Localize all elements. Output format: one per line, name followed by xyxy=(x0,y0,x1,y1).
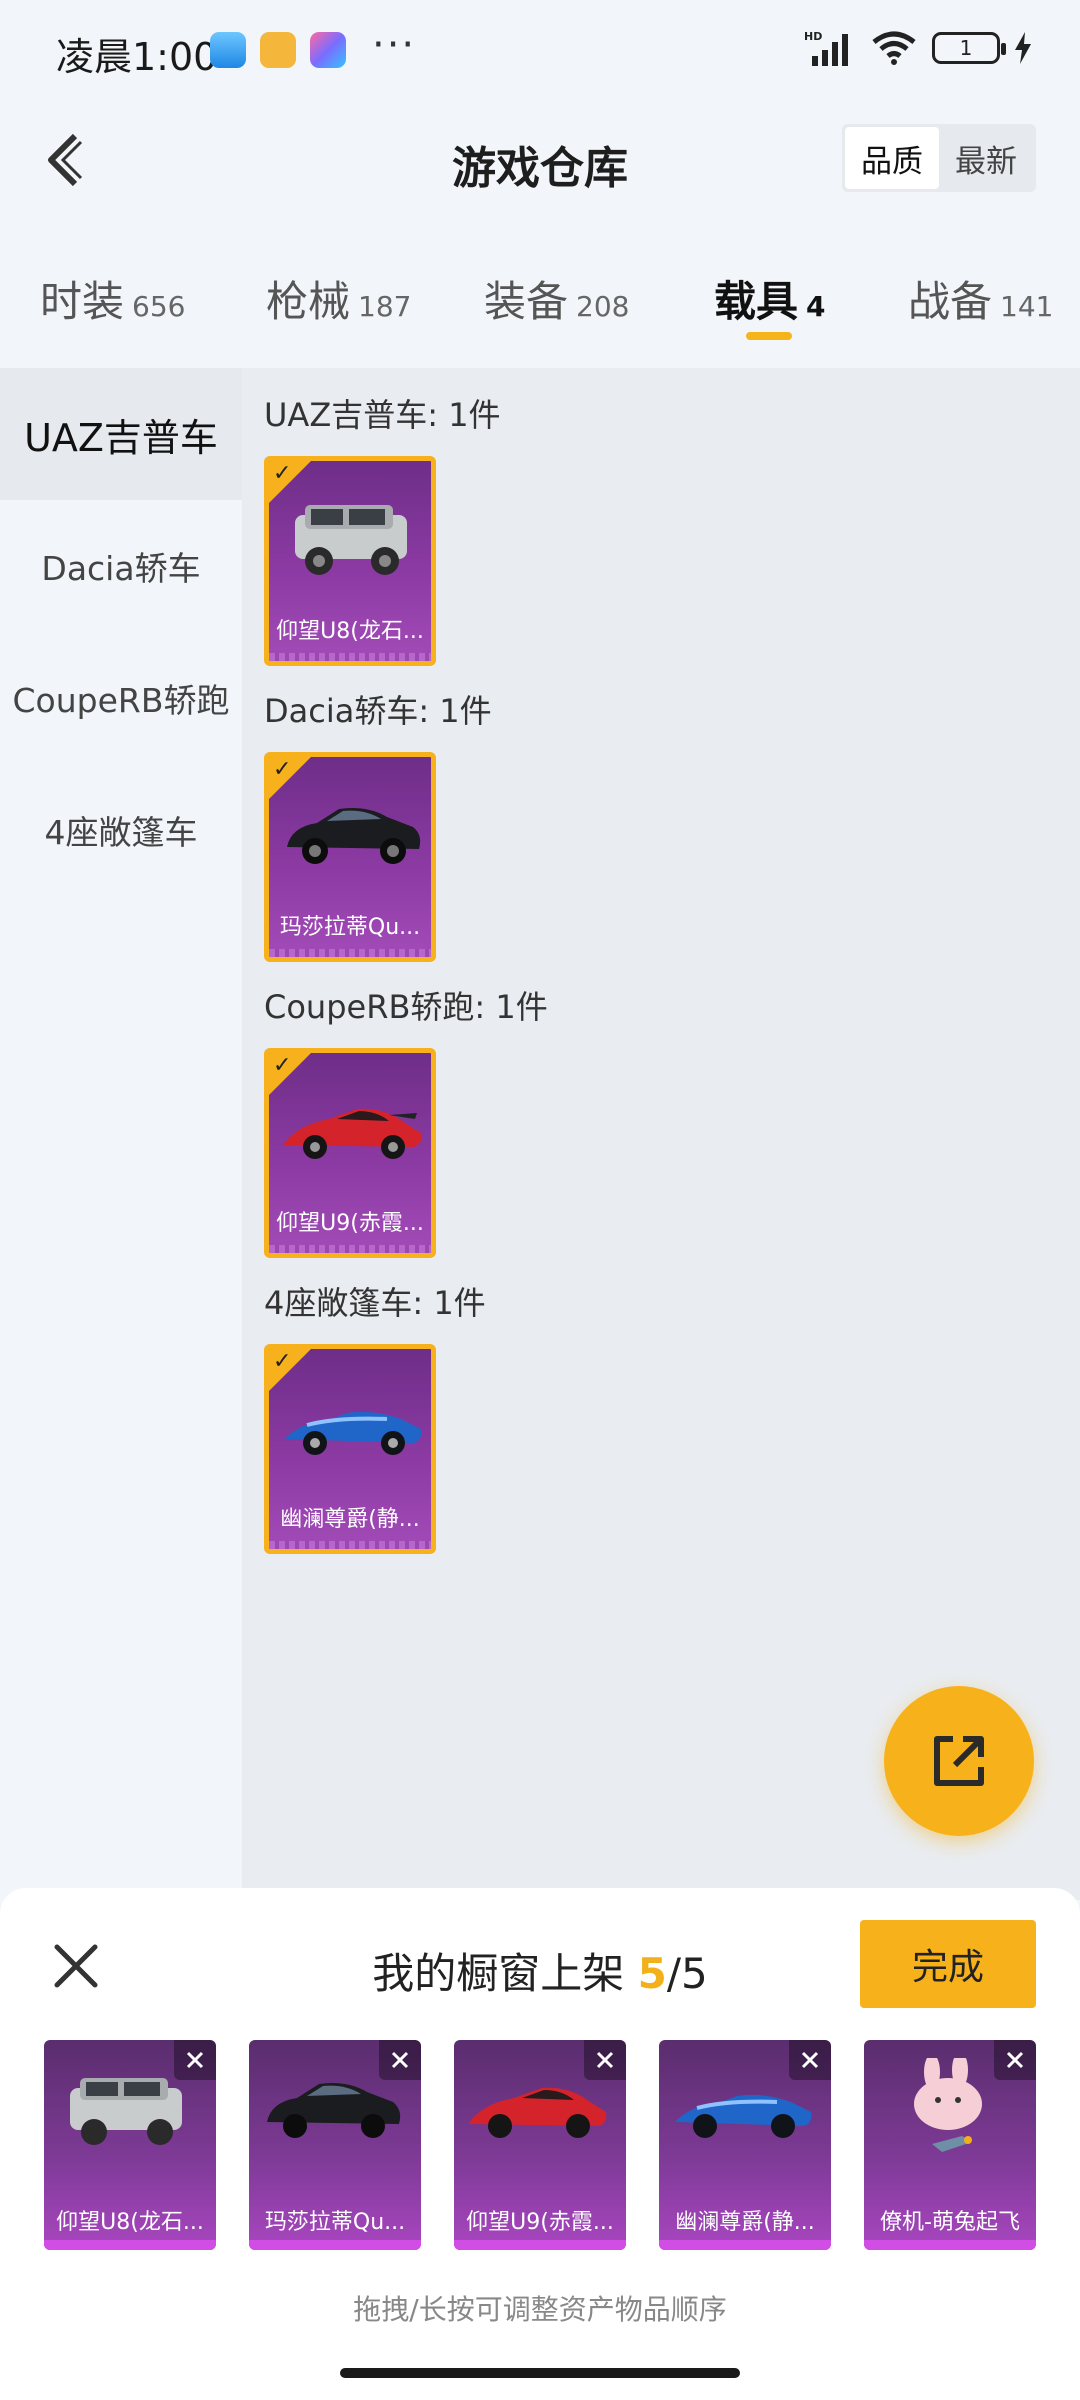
tab-count: 656 xyxy=(132,290,186,323)
shelf-item-name: 玛莎拉蒂Qu... xyxy=(264,2210,406,2235)
vehicle-name: 幽澜尊爵(静... xyxy=(280,1507,420,1532)
more-notifications-icon: ··· xyxy=(372,22,417,68)
vehicle-type-sidebar: UAZ吉普车 Dacia轿车 CoupeRB轿跑 4座敞篷车 xyxy=(0,368,242,1900)
status-app-icons xyxy=(210,32,346,68)
close-icon xyxy=(596,2051,614,2069)
tab-count: 141 xyxy=(1000,290,1054,323)
share-button[interactable] xyxy=(884,1686,1034,1836)
close-icon xyxy=(801,2051,819,2069)
status-right: HD 1 xyxy=(804,30,1032,66)
vehicle-card[interactable]: ✓ 仰望U9(赤霞... xyxy=(264,1048,436,1258)
share-icon xyxy=(934,1736,984,1786)
suv-silver-icon xyxy=(295,505,407,575)
rarity-bar xyxy=(44,2240,216,2250)
remove-item-button[interactable] xyxy=(584,2040,626,2080)
sort-quality-button[interactable]: 品质 xyxy=(845,127,939,189)
vehicle-name: 仰望U8(龙石... xyxy=(276,619,424,644)
check-icon: ✓ xyxy=(273,1349,292,1374)
sidebar-item-dacia[interactable]: Dacia轿车 xyxy=(0,500,242,632)
tab-guns[interactable]: 枪械 187 xyxy=(266,268,411,329)
rarity-bar xyxy=(249,2240,421,2250)
remove-item-button[interactable] xyxy=(994,2040,1036,2080)
svg-text:HD: HD xyxy=(804,30,822,43)
rarity-bar xyxy=(864,2240,1036,2250)
vehicle-name: 玛莎拉蒂Qu... xyxy=(279,915,421,940)
remove-item-button[interactable] xyxy=(379,2040,421,2080)
tab-count: 4 xyxy=(806,290,826,323)
vehicle-content: UAZ吉普车: 1件 ✓ 仰望U8(龙石... Dacia轿车: 1件 ✓ 玛莎… xyxy=(242,368,1080,1900)
tab-equipment[interactable]: 装备 208 xyxy=(484,268,629,329)
remove-item-button[interactable] xyxy=(174,2040,216,2080)
shelf-item[interactable]: 玛莎拉蒂Qu... xyxy=(249,2040,421,2250)
shelf-count-current: 5 xyxy=(637,1949,667,1998)
done-button[interactable]: 完成 xyxy=(860,1920,1036,2008)
gallery-app-icon xyxy=(260,32,296,68)
shelf-item-name: 仰望U9(赤霞... xyxy=(466,2210,614,2235)
shelf-item-name: 幽澜尊爵(静... xyxy=(675,2210,815,2235)
check-icon: ✓ xyxy=(273,757,292,782)
active-tab-indicator xyxy=(746,332,792,340)
tab-label: 枪械 xyxy=(266,277,351,326)
rarity-bar xyxy=(659,2240,831,2250)
tab-label: 时装 xyxy=(40,277,125,326)
tab-count: 208 xyxy=(576,290,630,323)
vehicle-name: 仰望U9(赤霞... xyxy=(276,1211,424,1236)
tab-fashion[interactable]: 时装 656 xyxy=(40,268,185,329)
group-title: CoupeRB轿跑: 1件 xyxy=(264,988,548,1026)
card-stripe xyxy=(269,1541,431,1549)
card-stripe xyxy=(269,949,431,957)
reorder-hint: 拖拽/长按可调整资产物品顺序 xyxy=(353,2293,727,2326)
vehicle-card[interactable]: ✓ 幽澜尊爵(静... xyxy=(264,1344,436,1554)
shelf-item[interactable]: 仰望U9(赤霞... xyxy=(454,2040,626,2250)
tab-label: 战备 xyxy=(908,277,993,326)
home-indicator[interactable] xyxy=(340,2368,740,2378)
battery-icon: 1 xyxy=(932,32,1006,64)
group-title: Dacia轿车: 1件 xyxy=(264,692,492,730)
shelf-item[interactable]: 仰望U8(龙石... xyxy=(44,2040,216,2250)
sidebar-item-couperb[interactable]: CoupeRB轿跑 xyxy=(0,632,242,764)
card-stripe xyxy=(269,653,431,661)
group-title: 4座敞篷车: 1件 xyxy=(264,1284,486,1322)
tab-label: 装备 xyxy=(484,277,569,326)
vehicle-card[interactable]: ✓ 仰望U8(龙石... xyxy=(264,456,436,666)
check-icon: ✓ xyxy=(273,1053,292,1078)
tab-vehicles[interactable]: 载具 4 xyxy=(714,268,826,329)
sedan-black-icon xyxy=(287,808,421,864)
tab-combat-gear[interactable]: 战备 141 xyxy=(908,268,1053,329)
check-icon: ✓ xyxy=(273,461,292,486)
charging-icon xyxy=(1015,32,1031,64)
sidebar-item-uaz[interactable]: UAZ吉普车 xyxy=(0,368,242,500)
sort-toggle: 品质 最新 xyxy=(842,124,1036,192)
wifi-icon xyxy=(872,31,916,65)
status-time: 凌晨1:00 xyxy=(56,35,218,79)
shelf-count-total: /5 xyxy=(666,1949,708,1998)
sidebar-item-convertible[interactable]: 4座敞篷车 xyxy=(0,764,242,896)
showcase-sheet: 我的橱窗上架 5/5 完成 仰望U8(龙石... 玛莎拉蒂Qu... 仰望U9(… xyxy=(0,1888,1080,2400)
supercar-red-icon xyxy=(283,1108,422,1159)
tab-label: 载具 xyxy=(714,277,799,326)
tab-count: 187 xyxy=(358,290,412,323)
sheet-title-text: 我的橱窗上架 xyxy=(372,1949,638,1998)
close-icon xyxy=(1006,2051,1024,2069)
group-title: UAZ吉普车: 1件 xyxy=(264,396,501,434)
shelf-item[interactable]: 幽澜尊爵(静... xyxy=(659,2040,831,2250)
shelf-item-name: 仰望U8(龙石... xyxy=(56,2210,204,2235)
signal-icon: HD xyxy=(804,30,848,66)
convertible-blue-icon xyxy=(285,1411,422,1455)
card-stripe xyxy=(269,1245,431,1253)
game-center-app-icon xyxy=(310,32,346,68)
rarity-bar xyxy=(454,2240,626,2250)
vehicle-card[interactable]: ✓ 玛莎拉蒂Qu... xyxy=(264,752,436,962)
remove-item-button[interactable] xyxy=(789,2040,831,2080)
cloud-app-icon xyxy=(210,32,246,68)
category-tabs: 时装 656 枪械 187 装备 208 载具 4 战备 141 xyxy=(0,240,1080,350)
shelf-item[interactable]: 僚机-萌兔起飞 xyxy=(864,2040,1036,2250)
sort-latest-button[interactable]: 最新 xyxy=(939,127,1033,189)
header: 游戏仓库 品质 最新 xyxy=(0,100,1080,220)
shelf-item-name: 僚机-萌兔起飞 xyxy=(880,2210,1020,2235)
status-bar: 凌晨1:00 ··· HD 1 xyxy=(0,0,1080,100)
close-icon xyxy=(391,2051,409,2069)
close-icon xyxy=(186,2051,204,2069)
